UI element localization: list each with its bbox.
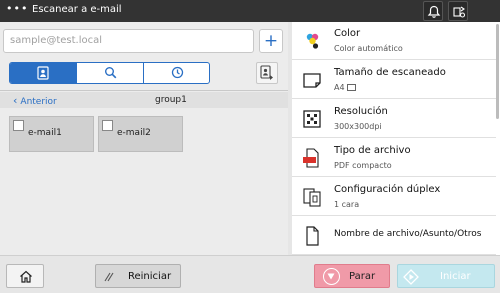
start-button[interactable]: Iniciar — [397, 264, 495, 288]
setting-file-name[interactable]: Nombre de archivo/Asunto/Otros — [292, 217, 496, 255]
paper-orientation-icon — [346, 84, 356, 91]
back-label: Anterior — [20, 97, 57, 107]
page-title: Escanear a e-mail — [32, 4, 122, 15]
bell-icon[interactable] — [423, 1, 443, 21]
divider — [0, 90, 288, 91]
address-detail-button[interactable] — [256, 62, 278, 84]
duplex-icon — [303, 188, 321, 207]
address-entry[interactable]: e-mail1 — [9, 116, 94, 152]
history-icon — [171, 66, 184, 79]
setting-resolution[interactable]: Resolución 300x300dpi — [292, 100, 496, 138]
stop-button[interactable]: Parar — [314, 264, 390, 288]
setting-label: Nombre de archivo/Asunto/Otros — [334, 229, 482, 239]
group-name: group1 — [155, 95, 187, 105]
breadcrumb: ‹ Anterior group1 — [0, 92, 288, 108]
setting-label: Color — [334, 28, 361, 39]
setting-scan-size[interactable]: Tamaño de escaneado A4 — [292, 61, 496, 99]
setting-label: Tamaño de escaneado — [334, 67, 446, 78]
menu-icon[interactable]: ••• — [6, 2, 28, 15]
pdf-file-icon — [303, 148, 319, 168]
reset-button[interactable]: Reiniciar — [95, 264, 181, 288]
entry-label: e-mail1 — [28, 128, 62, 138]
address-detail-icon — [260, 65, 273, 80]
chevron-left-icon: ‹ — [13, 94, 18, 107]
settings-panel: Color Color automático Tamaño de escanea… — [292, 22, 500, 255]
setting-label: Tipo de archivo — [334, 145, 411, 156]
stop-icon — [323, 268, 340, 285]
address-input[interactable]: sample@test.local — [3, 29, 254, 53]
setting-value: Color automático — [334, 44, 403, 53]
color-icon — [306, 33, 319, 49]
setting-value: A4 — [334, 83, 356, 92]
start-icon — [403, 269, 419, 285]
setting-duplex[interactable]: Configuración dúplex 1 cara — [292, 178, 496, 216]
settings-scrollbar[interactable] — [496, 24, 499, 119]
address-book-icon — [37, 66, 49, 80]
start-label: Iniciar — [440, 271, 471, 282]
device-status-icon[interactable] — [448, 1, 468, 21]
address-entry[interactable]: e-mail2 — [98, 116, 183, 152]
resolution-icon — [303, 110, 321, 128]
entry-checkbox[interactable] — [13, 120, 24, 131]
stop-label: Parar — [349, 271, 376, 282]
setting-file-type[interactable]: Tipo de archivo PDF compacto — [292, 139, 496, 177]
setting-value: PDF compacto — [334, 161, 392, 170]
entry-checkbox[interactable] — [102, 120, 113, 131]
setting-color[interactable]: Color Color automático — [292, 22, 496, 60]
tab-address-book[interactable] — [10, 63, 77, 83]
bottom-bar: Reiniciar Parar Iniciar — [0, 255, 500, 293]
destination-panel: sample@test.local + ‹ Anterior group1 e-m… — [0, 22, 288, 255]
entry-label: e-mail2 — [117, 128, 151, 138]
setting-label: Configuración dúplex — [334, 184, 441, 195]
tab-search[interactable] — [77, 63, 144, 83]
setting-value: 300x300dpi — [334, 122, 382, 131]
reset-icon — [104, 272, 114, 282]
search-icon — [105, 67, 117, 79]
setting-value: 1 cara — [334, 200, 360, 209]
setting-label: Resolución — [334, 106, 388, 117]
destination-tabs — [9, 62, 210, 84]
back-link[interactable]: ‹ Anterior — [13, 94, 57, 107]
tab-history[interactable] — [144, 63, 209, 83]
top-bar: ••• Escanear a e-mail — [0, 0, 500, 22]
scan-size-icon — [303, 73, 321, 88]
reset-label: Reiniciar — [128, 271, 172, 282]
add-destination-button[interactable]: + — [259, 29, 283, 53]
home-icon — [20, 270, 32, 283]
file-name-icon — [306, 226, 319, 246]
address-placeholder: sample@test.local — [10, 35, 103, 46]
home-button[interactable] — [6, 264, 44, 288]
